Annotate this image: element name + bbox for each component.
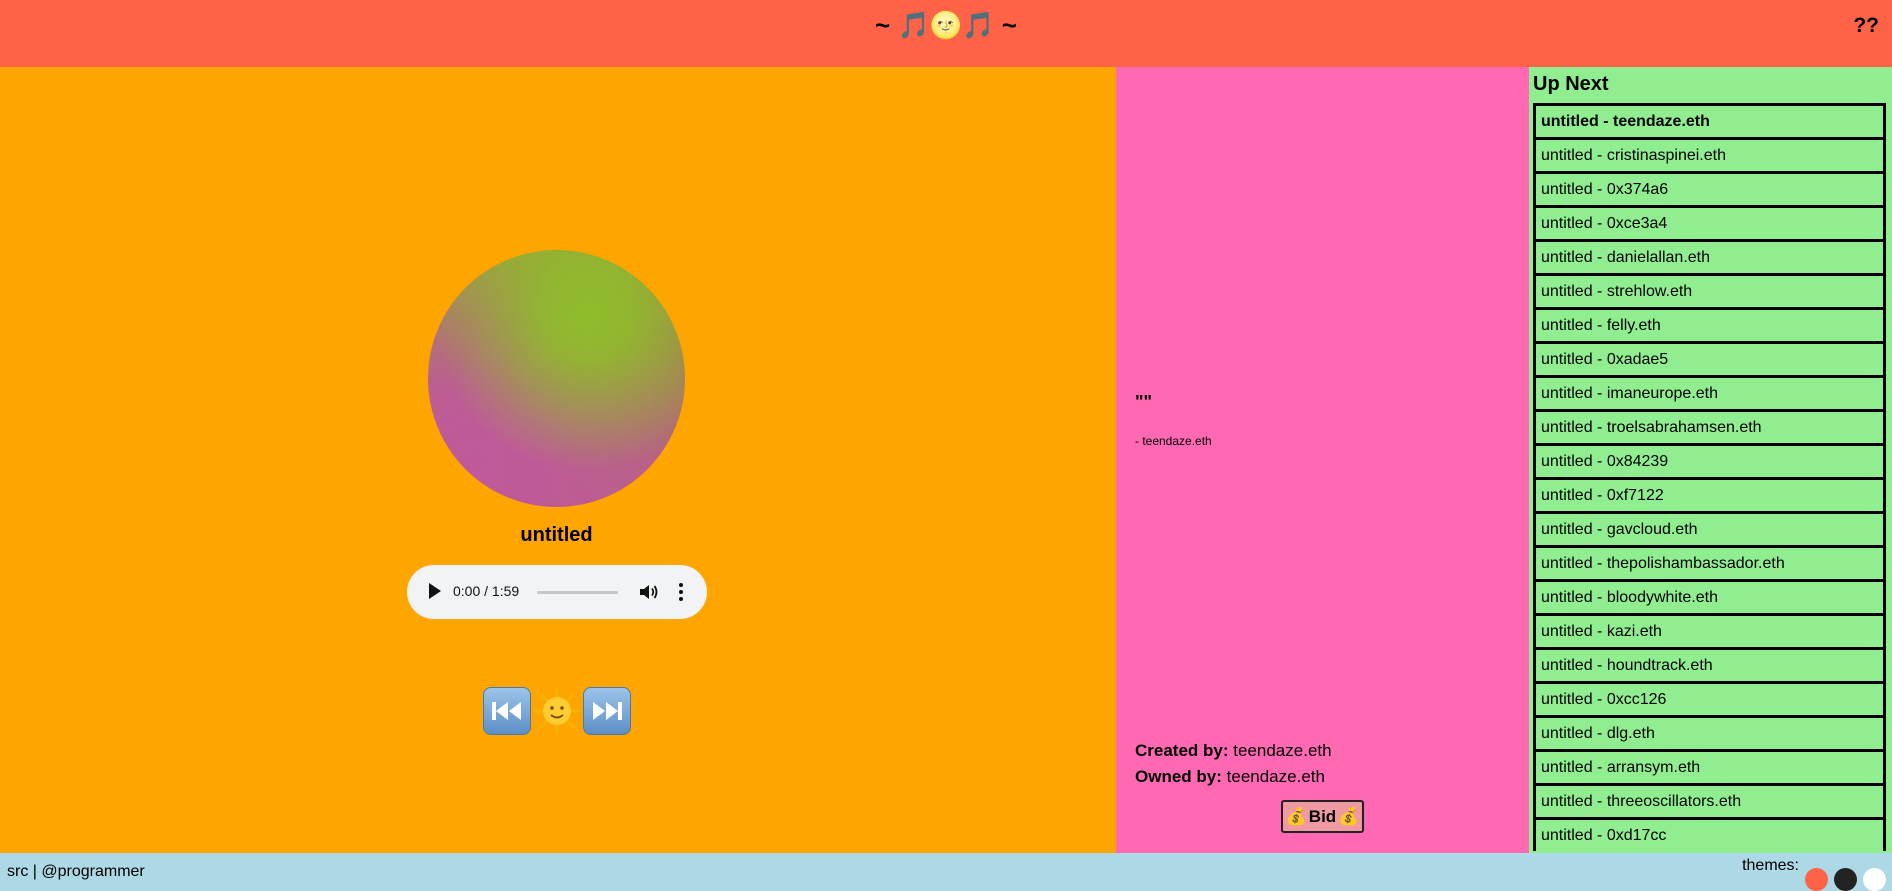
queue-item[interactable]: untitled - houndtrack.eth bbox=[1533, 647, 1886, 681]
queue-item[interactable]: untitled - strehlow.eth bbox=[1533, 273, 1886, 307]
previous-track-button[interactable] bbox=[482, 687, 531, 735]
theme-picker: themes: bbox=[1742, 853, 1886, 891]
footer-separator: | bbox=[28, 863, 42, 880]
queue-item[interactable]: untitled - teendaze.eth bbox=[1533, 103, 1886, 137]
transport-controls bbox=[0, 687, 1113, 739]
queue-item[interactable]: untitled - 0xcc126 bbox=[1533, 681, 1886, 715]
play-button[interactable] bbox=[429, 583, 441, 599]
header-bar: ~ 🎵🌝🎵 ~ ?? bbox=[0, 0, 1892, 67]
queue-item[interactable]: untitled - 0x84239 bbox=[1533, 443, 1886, 477]
created-by-row: Created by: teendaze.eth bbox=[1135, 738, 1332, 764]
more-options-icon[interactable] bbox=[677, 582, 685, 602]
queue-item[interactable]: untitled - kazi.eth bbox=[1533, 613, 1886, 647]
queue-item[interactable]: untitled - cristinaspinei.eth bbox=[1533, 137, 1886, 171]
owned-by-label: Owned by: bbox=[1135, 767, 1222, 786]
queue-item[interactable]: untitled - gavcloud.eth bbox=[1533, 511, 1886, 545]
track-quote: "" bbox=[1135, 392, 1153, 412]
created-by-value: teendaze.eth bbox=[1233, 741, 1332, 760]
created-by-label: Created by: bbox=[1135, 741, 1229, 760]
album-art-orb bbox=[428, 250, 685, 507]
sun-icon bbox=[533, 687, 580, 735]
audio-player: 0:00 / 1:59 bbox=[407, 565, 707, 619]
author-link[interactable]: @programmer bbox=[41, 863, 144, 880]
queue-item[interactable]: untitled - dlg.eth bbox=[1533, 715, 1886, 749]
footer-links: src | @programmer bbox=[7, 853, 145, 891]
queue-item[interactable]: untitled - felly.eth bbox=[1533, 307, 1886, 341]
theme-swatch-light[interactable] bbox=[1863, 867, 1886, 891]
bid-button[interactable]: 💰 Bid 💰 bbox=[1281, 800, 1364, 833]
themes-label: themes: bbox=[1742, 857, 1799, 874]
queue-item[interactable]: untitled - 0xf7122 bbox=[1533, 477, 1886, 511]
queue-item[interactable]: untitled - bloodywhite.eth bbox=[1533, 579, 1886, 613]
volume-icon[interactable] bbox=[639, 583, 659, 601]
src-link[interactable]: src bbox=[7, 863, 28, 880]
money-bag-icon: 💰 bbox=[1338, 806, 1360, 826]
up-next-list: untitled - teendaze.eth untitled - cristi… bbox=[1533, 103, 1886, 851]
sun-button[interactable] bbox=[533, 687, 581, 735]
footer-bar: src | @programmer themes: bbox=[0, 853, 1892, 891]
up-next-heading: Up Next bbox=[1533, 73, 1609, 95]
queue-item[interactable]: untitled - 0xadae5 bbox=[1533, 341, 1886, 375]
ownership-info: Created by: teendaze.eth Owned by: teend… bbox=[1135, 738, 1332, 790]
playback-time: 0:00 / 1:59 bbox=[453, 583, 520, 599]
queue-item[interactable]: untitled - 0x374a6 bbox=[1533, 171, 1886, 205]
theme-swatch-dark[interactable] bbox=[1834, 867, 1857, 891]
owned-by-value: teendaze.eth bbox=[1226, 767, 1325, 786]
help-button[interactable]: ?? bbox=[1853, 14, 1879, 38]
queue-item[interactable]: untitled - arransym.eth bbox=[1533, 749, 1886, 783]
up-next-pane: Up Next untitled - teendaze.eth untitled … bbox=[1529, 67, 1892, 853]
money-bag-icon: 💰 bbox=[1285, 806, 1307, 826]
queue-item[interactable]: untitled - threeoscillators.eth bbox=[1533, 783, 1886, 817]
queue-item[interactable]: untitled - troelsabrahamsen.eth bbox=[1533, 409, 1886, 443]
next-track-button[interactable] bbox=[582, 687, 631, 735]
track-info-pane: "" - teendaze.eth Created by: teendaze.e… bbox=[1116, 67, 1529, 853]
player-pane: untitled 0:00 / 1:59 bbox=[0, 67, 1116, 853]
queue-item[interactable]: untitled - imaneurope.eth bbox=[1533, 375, 1886, 409]
quote-author: - teendaze.eth bbox=[1135, 434, 1212, 448]
track-title: untitled bbox=[520, 524, 593, 546]
previous-track-icon bbox=[491, 702, 521, 720]
owned-by-row: Owned by: teendaze.eth bbox=[1135, 764, 1332, 790]
queue-item[interactable]: untitled - danielallan.eth bbox=[1533, 239, 1886, 273]
app-title: ~ 🎵🌝🎵 ~ bbox=[875, 10, 1017, 40]
queue-item[interactable]: untitled - 0xd17cc bbox=[1533, 817, 1886, 851]
next-track-icon bbox=[592, 702, 622, 720]
bid-label: Bid bbox=[1308, 806, 1337, 826]
seek-slider[interactable] bbox=[537, 591, 618, 594]
queue-item[interactable]: untitled - 0xce3a4 bbox=[1533, 205, 1886, 239]
theme-swatch-tomato[interactable] bbox=[1805, 867, 1828, 891]
queue-item[interactable]: untitled - thepolishambassador.eth bbox=[1533, 545, 1886, 579]
